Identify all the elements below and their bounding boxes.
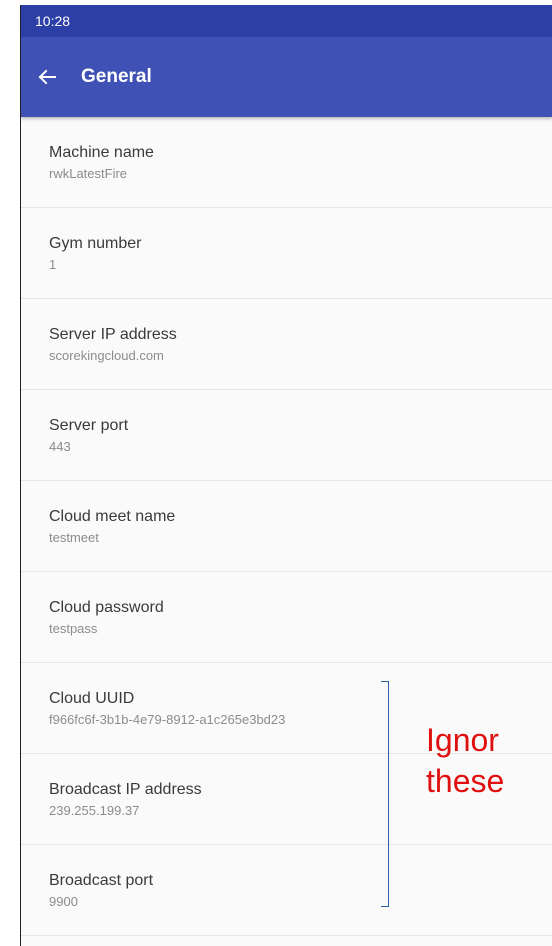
setting-value: 443 xyxy=(49,439,71,454)
setting-title: Broadcast port xyxy=(49,872,154,889)
app-bar: General xyxy=(21,37,552,117)
annotation-bracket xyxy=(381,681,389,907)
setting-broadcast-port[interactable]: Broadcast port 9900 xyxy=(21,845,552,936)
setting-title: Cloud password xyxy=(49,599,164,616)
setting-title: Server IP address xyxy=(49,326,177,343)
status-time: 10:28 xyxy=(35,13,71,29)
setting-server-port[interactable]: Server port 443 xyxy=(21,390,552,481)
back-arrow-icon[interactable] xyxy=(35,65,59,89)
setting-title: Gym number xyxy=(49,235,142,252)
setting-title: Cloud meet name xyxy=(49,508,176,525)
setting-title: Server port xyxy=(49,417,129,434)
annotation-text: Ignor these xyxy=(426,720,504,802)
setting-value: 9900 xyxy=(49,894,78,909)
page-title: General xyxy=(81,66,152,87)
setting-machine-name[interactable]: Machine name rwkLatestFire xyxy=(21,117,552,208)
setting-value: scorekingcloud.com xyxy=(49,348,164,363)
device-screen: 10:28 General Machine name rwkLatestFire… xyxy=(20,5,552,946)
setting-value: 239.255.199.37 xyxy=(49,803,140,818)
setting-value: testmeet xyxy=(49,530,99,545)
setting-value: testpass xyxy=(49,621,98,636)
setting-server-ip-address[interactable]: Server IP address scorekingcloud.com xyxy=(21,299,552,390)
settings-list: Machine name rwkLatestFire Gym number 1 … xyxy=(21,117,552,936)
setting-value: 1 xyxy=(49,257,57,272)
setting-title: Cloud UUID xyxy=(49,690,135,707)
setting-gym-number[interactable]: Gym number 1 xyxy=(21,208,552,299)
setting-value: rwkLatestFire xyxy=(49,166,128,181)
status-bar: 10:28 xyxy=(21,5,552,37)
annotation-line-1: Ignor xyxy=(426,722,499,758)
setting-cloud-password[interactable]: Cloud password testpass xyxy=(21,572,552,663)
setting-cloud-meet-name[interactable]: Cloud meet name testmeet xyxy=(21,481,552,572)
annotation-line-2: these xyxy=(426,763,505,799)
setting-title: Machine name xyxy=(49,144,154,161)
